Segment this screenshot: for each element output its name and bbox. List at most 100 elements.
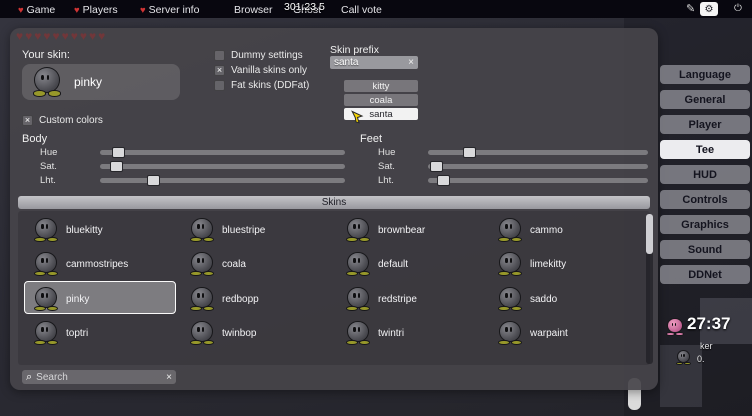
tab-players[interactable]: ♥Players — [74, 4, 118, 16]
skin-name: redstripe — [378, 294, 417, 305]
tee-icon — [498, 321, 522, 345]
quit-power-icon[interactable]: ⏻ — [734, 3, 742, 14]
skin-name: twintri — [378, 328, 404, 339]
feet-hue-slider-row: Hue — [10, 147, 658, 159]
checkbox-icon: × — [214, 65, 225, 76]
skin-item[interactable]: coala — [190, 250, 336, 278]
score-fragment: 0. — [697, 354, 705, 364]
tab-label: Browser — [234, 4, 273, 16]
skin-item[interactable]: default — [346, 250, 492, 278]
settings-gear-icon[interactable]: ⚙ — [700, 2, 718, 16]
checkbox-icon — [214, 50, 225, 61]
sidebar-item-tee[interactable]: Tee — [660, 140, 750, 159]
skin-item[interactable]: cammo — [498, 216, 644, 244]
skin-item[interactable]: bluekitty — [34, 216, 180, 244]
race-time: 27:37 — [687, 314, 730, 334]
heart-icon: ♥ — [74, 5, 80, 16]
tab-label: Call vote — [341, 4, 382, 16]
tee-icon — [32, 67, 62, 97]
skins-scrollbar-track[interactable] — [646, 214, 653, 364]
sidebar-item-language[interactable]: Language — [660, 65, 750, 84]
slider-label: Sat. — [378, 161, 395, 172]
clear-icon[interactable]: × — [408, 57, 414, 68]
skin-item[interactable]: saddo — [498, 285, 644, 313]
tee-icon — [676, 350, 691, 365]
skin-item[interactable]: brownbear — [346, 216, 492, 244]
skin-search-input[interactable]: ⌕ Search × — [22, 370, 176, 384]
tee-icon — [190, 218, 214, 242]
skin-item-selected[interactable]: pinky — [34, 285, 180, 313]
player-tee-icon — [666, 318, 684, 336]
current-skin-name: pinky — [74, 75, 102, 89]
skin-preview-button[interactable]: pinky — [22, 64, 180, 100]
skin-item[interactable]: limekitty — [498, 250, 644, 278]
checkbox-icon — [214, 80, 225, 91]
skin-item[interactable]: cammostripes — [34, 250, 180, 278]
feet-sat-slider[interactable] — [428, 164, 648, 169]
sidebar-item-controls[interactable]: Controls — [660, 190, 750, 209]
tab-label: Server info — [149, 4, 200, 16]
sidebar-item-hud[interactable]: HUD — [660, 165, 750, 184]
checkbox-vanilla-skins-only[interactable]: × Vanilla skins only — [214, 65, 307, 76]
tee-icon — [346, 321, 370, 345]
skins-list-header: Skins — [18, 196, 650, 209]
tab-browser[interactable]: Browser — [234, 4, 273, 16]
your-skin-label: Your skin: — [22, 49, 70, 61]
skin-item[interactable]: toptri — [34, 319, 180, 347]
checkbox-label: Dummy settings — [231, 50, 303, 61]
skin-item[interactable]: twinbop — [190, 319, 336, 347]
clear-icon[interactable]: × — [166, 372, 172, 383]
skin-item[interactable]: redbopp — [190, 285, 336, 313]
skin-name: bluestripe — [222, 225, 265, 236]
sidebar-item-graphics[interactable]: Graphics — [660, 215, 750, 234]
tee-icon — [34, 287, 58, 311]
feet-sat-slider-row: Sat. — [10, 161, 658, 173]
editor-pencil-icon[interactable]: ✎ — [686, 2, 695, 15]
feet-hue-slider[interactable] — [428, 150, 648, 155]
checkbox-dummy-settings[interactable]: Dummy settings — [214, 50, 303, 61]
tee-icon — [190, 252, 214, 276]
skin-name: redbopp — [222, 294, 259, 305]
tab-game[interactable]: ♥Game — [18, 4, 55, 16]
body-section-label: Body — [22, 133, 47, 145]
slider-handle[interactable] — [430, 161, 443, 172]
prefix-button-coala[interactable]: coala — [344, 94, 418, 106]
slider-handle[interactable] — [463, 147, 476, 158]
skin-prefix-value: santa — [334, 57, 408, 68]
checkbox-custom-colors[interactable]: × Custom colors — [22, 115, 103, 126]
skin-name: bluekitty — [66, 225, 103, 236]
skin-name: default — [378, 259, 408, 270]
skin-item[interactable]: twintri — [346, 319, 492, 347]
tee-icon — [34, 218, 58, 242]
game-timer: 301:23.5 — [284, 1, 325, 13]
slider-handle[interactable] — [437, 175, 450, 186]
sidebar-item-ddnet[interactable]: DDNet — [660, 265, 750, 284]
sidebar-item-general[interactable]: General — [660, 90, 750, 109]
player-name-fragment: ker — [700, 341, 713, 351]
feet-section-label: Feet — [360, 133, 382, 145]
skin-item[interactable]: redstripe — [346, 285, 492, 313]
skin-item[interactable]: bluestripe — [190, 216, 336, 244]
heart-icon: ♥ — [18, 5, 24, 16]
skin-prefix-input[interactable]: santa × — [330, 56, 418, 69]
sidebar-item-player[interactable]: Player — [660, 115, 750, 134]
skins-scrollbar-handle[interactable] — [646, 214, 653, 254]
checkbox-fat-skins[interactable]: Fat skins (DDFat) — [214, 80, 309, 91]
tee-icon — [190, 321, 214, 345]
tee-icon — [498, 287, 522, 311]
tab-call-vote[interactable]: Call vote — [341, 4, 382, 16]
skin-item[interactable]: warpaint — [498, 319, 644, 347]
checkbox-label: Custom colors — [39, 115, 103, 126]
tee-icon — [346, 252, 370, 276]
skin-name: twinbop — [222, 328, 256, 339]
prefix-button-kitty[interactable]: kitty — [344, 80, 418, 92]
tab-label: Players — [83, 4, 118, 16]
tab-server-info[interactable]: ♥Server info — [140, 4, 199, 16]
feet-lht-slider-row: Lht. — [10, 175, 658, 187]
skin-name: toptri — [66, 328, 88, 339]
skin-name: coala — [222, 259, 246, 270]
skin-name: cammo — [530, 225, 563, 236]
sidebar-item-sound[interactable]: Sound — [660, 240, 750, 259]
tee-settings-panel: ♥♥♥♥♥♥♥♥♥♥ Your skin: pinky Dummy settin… — [10, 28, 658, 390]
feet-lht-slider[interactable] — [428, 178, 648, 183]
